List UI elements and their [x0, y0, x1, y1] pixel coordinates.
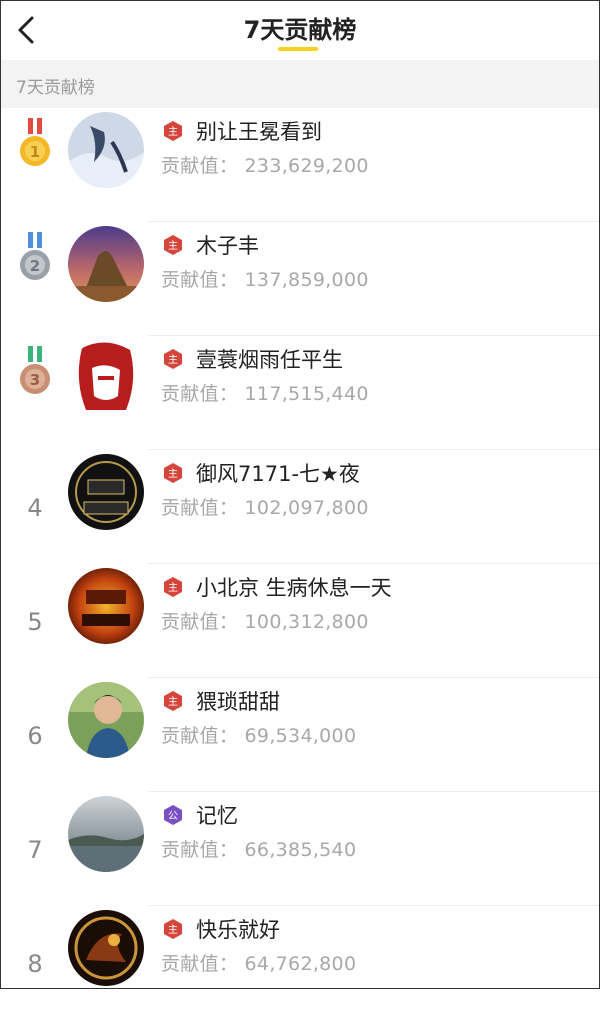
silver-medal-icon: 2: [20, 232, 50, 280]
svg-text:1: 1: [30, 143, 40, 161]
svg-text:主: 主: [168, 582, 178, 594]
svg-text:公: 公: [168, 811, 178, 822]
leaderboard-row[interactable]: 8 主 快乐就好 贡献值： 64,762,800: [0, 906, 600, 1020]
leaderboard-row[interactable]: 6 主 猥琐甜甜 贡献值： 69,534,000: [0, 678, 600, 792]
contribution-value: 贡献值： 100,312,800: [161, 611, 369, 633]
svg-text:3: 3: [30, 371, 40, 389]
top-bar: 7天贡献榜: [0, 0, 600, 60]
leaderboard-list: 1 主 别让王冕看到 贡献值： 233,629,200 2 主 木子丰 贡献值：…: [0, 108, 600, 1020]
bronze-medal-icon: 3: [20, 346, 50, 394]
contribution-value: 贡献值： 233,629,200: [161, 155, 369, 177]
user-name[interactable]: 记忆: [196, 800, 238, 830]
host-badge-icon: 主: [164, 463, 182, 483]
svg-text:2: 2: [30, 257, 40, 275]
page-title: 7天贡献榜: [243, 16, 357, 44]
avatar[interactable]: [68, 340, 144, 416]
svg-text:主: 主: [168, 354, 178, 366]
rank-number: 7: [27, 836, 43, 864]
svg-text:主: 主: [168, 468, 178, 480]
leaderboard-row[interactable]: 1 主 别让王冕看到 贡献值： 233,629,200: [0, 108, 600, 222]
avatar[interactable]: [68, 910, 144, 986]
avatar[interactable]: [68, 796, 144, 872]
contribution-value: 贡献值： 137,859,000: [161, 269, 369, 291]
rank-number: 8: [27, 950, 43, 978]
user-name[interactable]: 小北京 生病休息一天: [196, 572, 392, 602]
contribution-value: 贡献值： 69,534,000: [161, 725, 357, 747]
avatar[interactable]: [68, 568, 144, 644]
contribution-value: 贡献值： 66,385,540: [161, 839, 357, 861]
leaderboard-row[interactable]: 3 主 壹蓑烟雨任平生 贡献值： 117,515,440: [0, 336, 600, 450]
host-badge-icon: 主: [164, 577, 182, 597]
host-badge-icon: 主: [164, 121, 182, 141]
user-name[interactable]: 御风7171-七★夜: [196, 458, 360, 488]
contribution-value: 贡献值： 102,097,800: [161, 497, 369, 519]
rank-number: 6: [27, 722, 43, 750]
rank-number: 5: [27, 608, 43, 636]
leaderboard-row[interactable]: 4 主 御风7171-七★夜 贡献值： 102,097,800: [0, 450, 600, 564]
title-underline: [278, 47, 318, 51]
leaderboard-row[interactable]: 5 主 小北京 生病休息一天 贡献值： 100,312,800: [0, 564, 600, 678]
avatar[interactable]: [68, 454, 144, 530]
svg-text:主: 主: [168, 696, 178, 708]
user-name[interactable]: 壹蓑烟雨任平生: [196, 344, 343, 374]
user-name[interactable]: 快乐就好: [196, 914, 280, 944]
leaderboard-row[interactable]: 7 公 记忆 贡献值： 66,385,540: [0, 792, 600, 906]
gold-medal-icon: 1: [20, 118, 50, 166]
avatar[interactable]: [68, 112, 144, 188]
svg-text:主: 主: [168, 126, 178, 138]
section-header: 7天贡献榜: [0, 60, 600, 108]
avatar[interactable]: [68, 682, 144, 758]
section-label: 7天贡献榜: [16, 78, 95, 98]
host-badge-icon: 主: [164, 691, 182, 711]
avatar[interactable]: [68, 226, 144, 302]
host-badge-icon: 主: [164, 235, 182, 255]
member-badge-icon: 公: [164, 805, 182, 825]
user-name[interactable]: 木子丰: [196, 230, 259, 260]
leaderboard-row[interactable]: 2 主 木子丰 贡献值： 137,859,000: [0, 222, 600, 336]
contribution-value: 贡献值： 117,515,440: [161, 383, 369, 405]
user-name[interactable]: 猥琐甜甜: [196, 686, 280, 716]
user-name[interactable]: 别让王冕看到: [196, 116, 322, 146]
host-badge-icon: 主: [164, 349, 182, 369]
host-badge-icon: 主: [164, 919, 182, 939]
svg-text:主: 主: [168, 240, 178, 252]
svg-text:主: 主: [168, 924, 178, 936]
rank-number: 4: [27, 494, 43, 522]
contribution-value: 贡献值： 64,762,800: [161, 953, 357, 975]
